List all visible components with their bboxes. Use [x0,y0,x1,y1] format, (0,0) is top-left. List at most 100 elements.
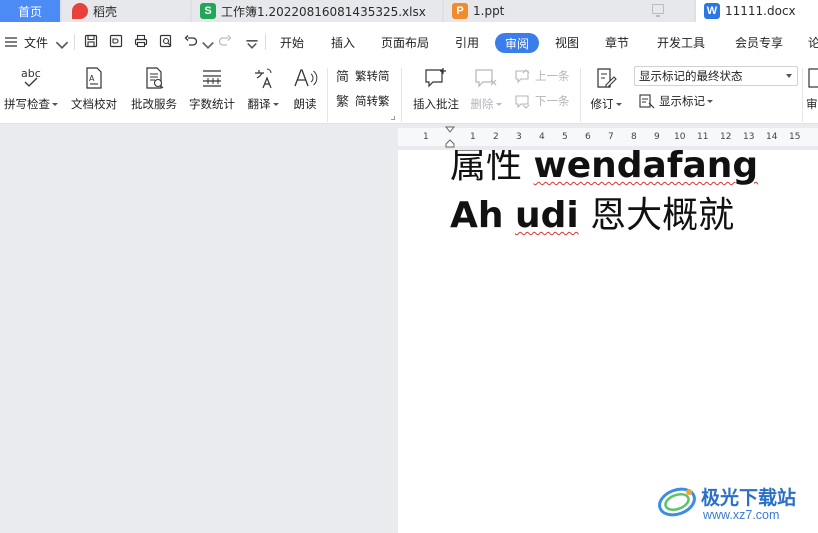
previous-comment-icon [515,69,530,84]
ruler-number: 14 [766,132,778,142]
redo-icon[interactable] [218,34,232,48]
spellcheck-button[interactable]: abc 拼写检查 [2,66,60,112]
review-pane-icon [808,68,818,88]
ruler-number: 13 [743,132,755,142]
chevron-down-icon[interactable] [55,38,69,52]
menu-member[interactable]: 会员专享 [735,34,783,51]
tab-xlsx[interactable]: S 工作簿1.20220816081435325.xlsx [192,0,442,22]
simp-to-trad-label: 简转繁 [355,94,390,108]
ruler-number: 8 [631,132,637,142]
show-markup-label: 显示标记 [659,94,705,108]
insert-comment-icon [425,68,446,88]
line2-cjk-text: 恩大概就 [590,195,735,236]
markup-display-select[interactable]: 显示标记的最终状态 [634,66,798,86]
undo-dropdown-icon[interactable] [201,39,215,53]
menu-developer-tools[interactable]: 开发工具 [657,34,705,51]
ruler-number: 5 [562,132,568,142]
trad-to-simp-button[interactable]: 简 繁转简 [336,68,390,84]
markup-display-value: 显示标记的最终状态 [639,69,743,83]
hamburger-menu-icon[interactable] [4,35,18,49]
translate-button[interactable]: 翻译 [243,66,283,112]
print-preview-icon[interactable] [159,34,173,48]
simp-to-trad-button[interactable]: 繁 简转繁 [336,93,390,109]
menu-references[interactable]: 引用 [455,34,479,51]
menu-review[interactable]: 审阅 [495,33,539,53]
tab-label: 工作簿1.20220816081435325.xlsx [221,4,426,19]
svg-text:abc: abc [21,67,41,80]
menu-view[interactable]: 视图 [555,34,579,51]
dropdown-caret-icon [707,99,713,103]
show-markup-icon [639,94,655,109]
insert-comment-button[interactable]: 插入批注 [410,66,462,112]
simp-to-trad-icon: 繁 [336,94,349,109]
document-line-2[interactable]: Ah udi 恩大概就 [450,186,734,238]
menu-bar: 文件 开始 插入 页面布局 引用 审阅 视图 章节 开发工具 会员专享 论 [0,22,818,62]
document-icon: W [704,3,720,19]
trad-to-simp-label: 繁转简 [355,69,390,83]
watermark-logo-icon [658,487,696,517]
track-changes-icon [597,68,617,88]
ruler-number: 15 [789,132,801,142]
track-changes-button[interactable]: 修订 [587,66,625,112]
select-caret-icon [786,74,792,78]
document-tab-bar: 首页 稻壳 S 工作簿1.20220816081435325.xlsx P 1.… [0,0,818,22]
menu-file[interactable]: 文件 [24,34,48,51]
undo-icon[interactable] [184,34,198,48]
review-service-button[interactable]: 批改服务 [127,66,181,112]
wps-writer-window: 首页 稻壳 S 工作簿1.20220816081435325.xlsx P 1.… [0,0,818,533]
watermark-title: 极光下载站 [701,487,797,509]
previous-comment-button[interactable]: 上一条 [514,68,570,84]
read-aloud-label: 朗读 [293,97,317,111]
show-markup-button[interactable]: 显示标记 [638,93,713,109]
spellcheck-label: 拼写检查 [4,97,50,111]
word-count-button[interactable]: 字数统计 [186,66,238,112]
ruler-number: 1 [470,132,476,142]
next-comment-button[interactable]: 下一条 [514,93,570,109]
menu-insert[interactable]: 插入 [331,34,355,51]
divider [265,34,266,50]
quick-access-more-icon[interactable] [245,38,259,52]
delete-comment-icon [475,69,497,88]
menu-page-layout[interactable]: 页面布局 [381,34,429,51]
svg-text:A: A [89,74,95,83]
next-comment-label: 下一条 [535,94,570,108]
tab-docx[interactable]: W 11111.docx [696,0,818,22]
review-service-label: 批改服务 [131,97,177,111]
tab-home-label: 首页 [17,4,42,19]
group-launcher-icon[interactable] [391,116,395,120]
document-proofread-icon: A [86,67,102,89]
tab-ppt[interactable]: P 1.ppt [444,0,694,22]
horizontal-ruler[interactable]: 1 1 2 3 4 5 6 7 8 9 10 11 12 13 14 15 [398,124,818,150]
previous-comment-label: 上一条 [535,69,570,83]
ruler-number: 1 [423,132,429,142]
review-pane-button[interactable]: 审 [806,66,818,112]
menu-more-truncated[interactable]: 论 [808,34,818,51]
monitor-icon[interactable] [652,4,664,17]
ribbon-separator [401,68,402,122]
site-watermark: 极光下载站 www.xz7.com [655,480,815,528]
review-pane-label: 审 [806,97,818,111]
save-icon[interactable] [84,34,98,48]
export-pdf-icon[interactable] [109,34,123,48]
tab-label: 11111.docx [725,4,796,18]
doc-proof-button[interactable]: A 文档校对 [68,66,120,112]
document-line-1[interactable]: 属性 wendafang [450,150,758,188]
ruler-number: 12 [720,132,732,142]
tab-label: 稻壳 [93,4,118,19]
ruler-number: 4 [539,132,545,142]
ruler-number: 11 [697,132,709,142]
translate-icon [255,68,272,89]
presentation-icon: P [452,3,468,19]
delete-comment-button[interactable]: 删除 [468,66,504,112]
menu-chapter[interactable]: 章节 [605,34,629,51]
tab-daoke[interactable]: 稻壳 [62,0,190,22]
read-aloud-button[interactable]: 朗读 [288,66,322,112]
tab-home[interactable]: 首页 [0,0,60,22]
ruler-number: 10 [674,132,686,142]
ruler-number: 7 [608,132,614,142]
indent-marker-icon[interactable] [445,126,455,148]
print-icon[interactable] [134,34,148,48]
document-page[interactable]: 属性 wendafang Ah udi 恩大概就 [398,150,818,533]
doc-proof-label: 文档校对 [71,97,117,111]
menu-start[interactable]: 开始 [280,34,304,51]
